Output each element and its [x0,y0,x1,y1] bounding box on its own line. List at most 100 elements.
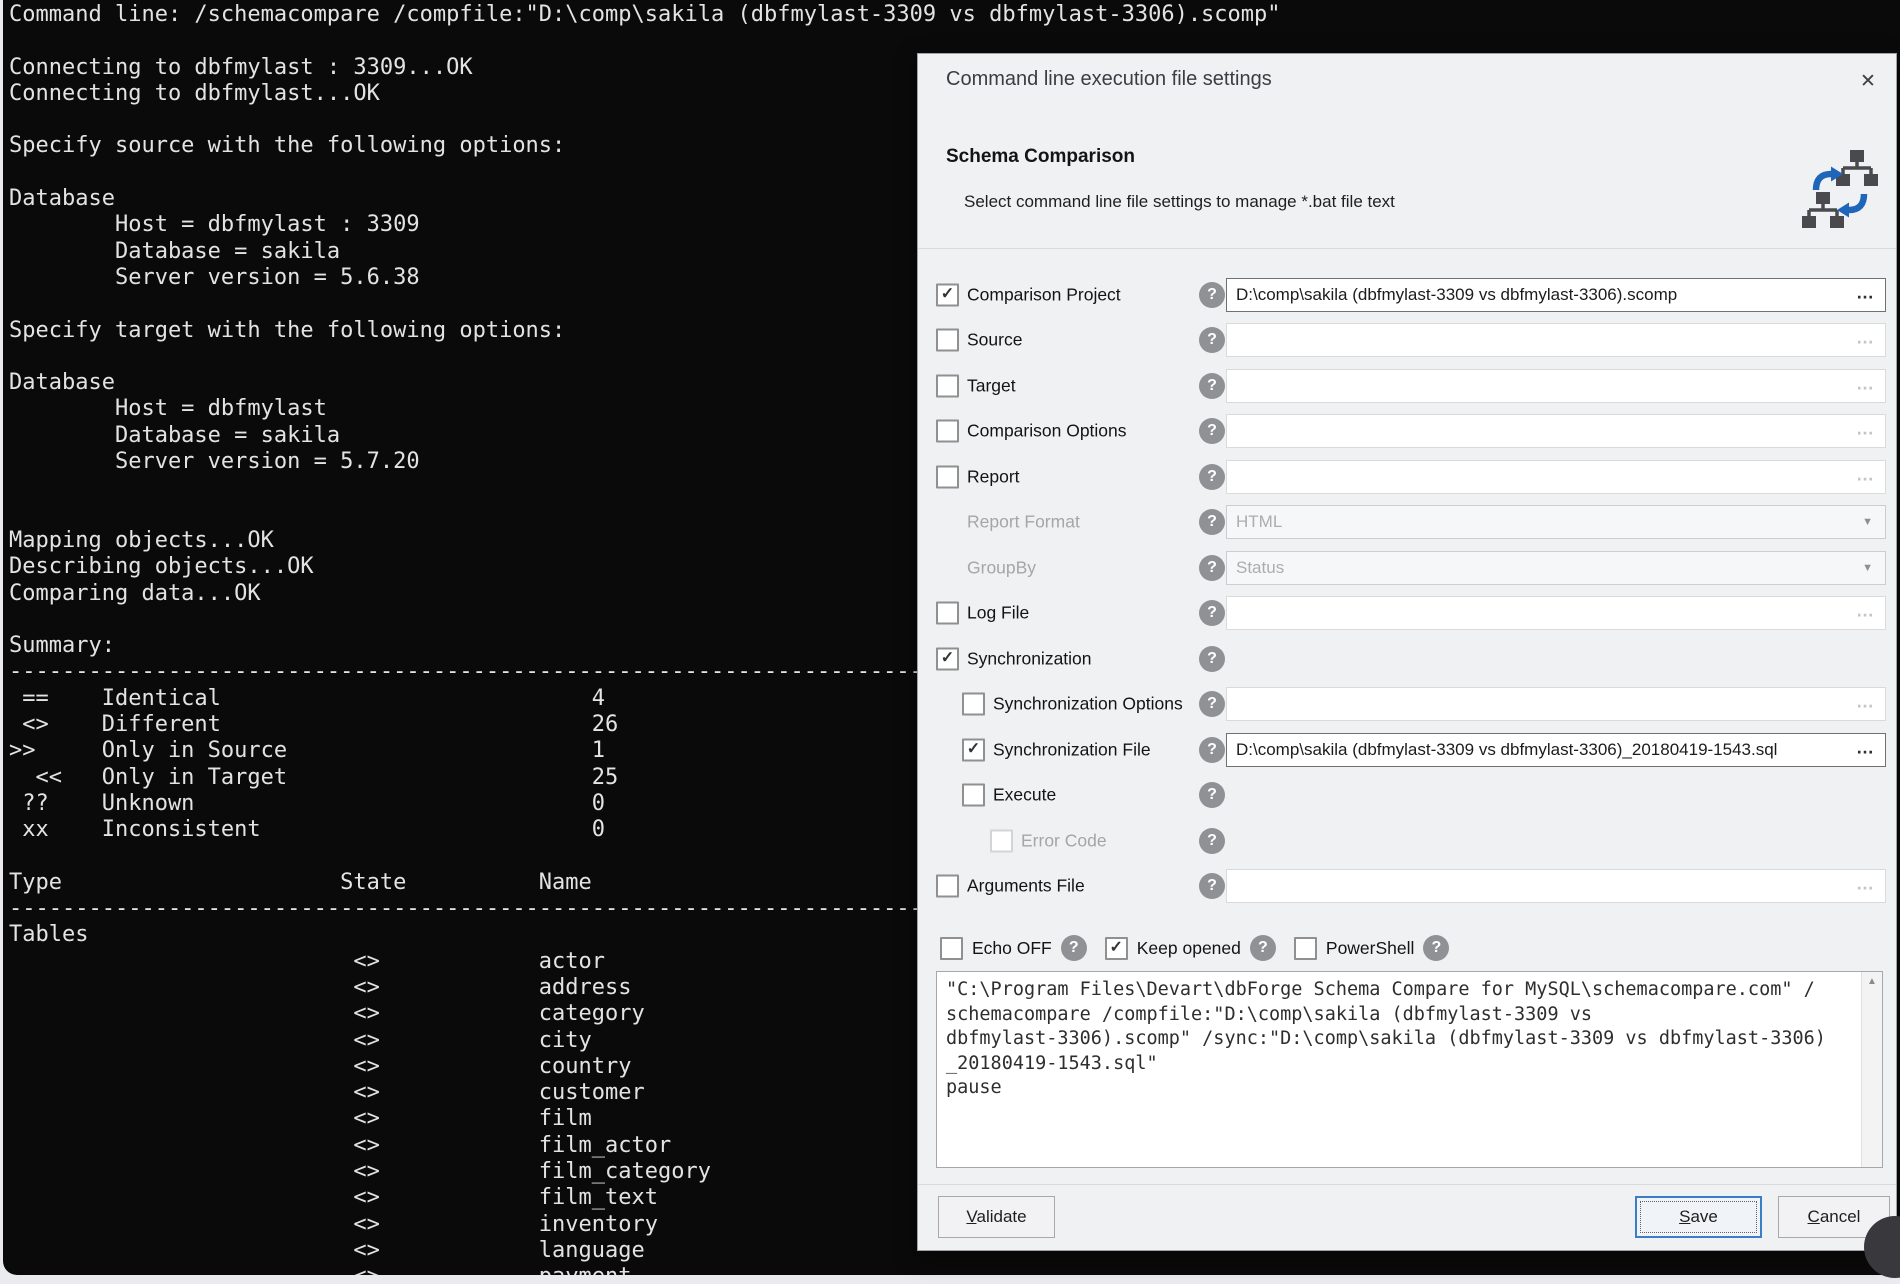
row-synchronization-options: Synchronization Options? … [918,682,1896,728]
synchronization-file-browse-button[interactable]: … [1856,737,1875,758]
synchronization-file-label: Synchronization File [993,739,1151,760]
help-icon[interactable]: ? [1199,737,1225,763]
log-file-input[interactable]: … [1226,596,1886,630]
comparison-options-checkbox[interactable] [936,420,959,443]
target-label: Target [967,375,1016,396]
schema-comparison-heading: Schema Comparison [946,146,1135,168]
comparison-project-input[interactable]: D:\comp\sakila (dbfmylast-3309 vs dbfmyl… [1226,278,1886,312]
comparison-project-value: D:\comp\sakila (dbfmylast-3309 vs dbfmyl… [1236,285,1677,305]
execute-label: Execute [993,785,1056,806]
groupby-value: Status [1236,558,1284,578]
arguments-file-browse-button[interactable]: … [1856,874,1875,895]
row-synchronization: ✓ Synchronization? [918,636,1896,682]
source-browse-button[interactable]: … [1856,328,1875,349]
synchronization-file-value: D:\comp\sakila (dbfmylast-3309 vs dbfmyl… [1236,740,1777,760]
scroll-up-icon[interactable]: ▲ [1862,976,1882,987]
row-groupby: GroupBy? Status ▼ [918,545,1896,591]
dialog-title: Command line execution file settings [946,68,1272,91]
row-report-format: Report Format? HTML ▼ [918,500,1896,546]
chevron-down-icon: ▼ [1862,562,1873,574]
help-icon[interactable]: ? [1199,282,1225,308]
help-icon[interactable]: ? [1199,509,1225,535]
row-error-code: Error Code? [918,818,1896,864]
target-checkbox[interactable] [936,374,959,397]
arguments-file-input[interactable]: … [1226,869,1886,903]
row-comparison-options: Comparison Options? … [918,409,1896,455]
log-file-browse-button[interactable]: … [1856,601,1875,622]
help-icon[interactable]: ? [1199,782,1225,808]
scrollbar[interactable]: ▲ [1861,972,1882,1167]
synchronization-options-label: Synchronization Options [993,694,1183,715]
synchronization-options-browse-button[interactable]: … [1856,692,1875,713]
help-icon[interactable]: ? [1199,873,1225,899]
row-synchronization-file: ✓ Synchronization File? D:\comp\sakila (db… [918,727,1896,773]
save-button[interactable]: Save [1635,1196,1762,1238]
help-icon[interactable]: ? [1061,935,1087,961]
help-icon[interactable]: ? [1199,646,1225,672]
synchronization-label: Synchronization [967,648,1092,669]
dialog-subheading: Select command line file settings to man… [964,192,1395,212]
arguments-file-label: Arguments File [967,876,1085,897]
row-target: Target? … [918,363,1896,409]
help-icon[interactable]: ? [1250,935,1276,961]
bottom-checks: Echo OFF?✓Keep opened?PowerShell? [940,928,1467,968]
help-icon[interactable]: ? [1199,600,1225,626]
schema-compare-icon [1802,150,1878,230]
groupby-label: GroupBy [967,557,1036,578]
close-icon[interactable]: ✕ [1852,66,1884,98]
execute-checkbox[interactable] [962,784,985,807]
help-icon[interactable]: ? [1199,373,1225,399]
target-input[interactable]: … [1226,369,1886,403]
help-icon[interactable]: ? [1199,327,1225,353]
comparison-options-label: Comparison Options [967,421,1127,442]
report-format-select[interactable]: HTML ▼ [1226,505,1886,539]
bat-preview-box[interactable]: "C:\Program Files\Devart\dbForge Schema … [936,971,1883,1168]
report-checkbox[interactable] [936,465,959,488]
error-code-label: Error Code [1021,830,1107,851]
check-item-keep-opened: ✓ Keep opened? [1105,935,1276,961]
comparison-project-browse-button[interactable]: … [1856,282,1875,303]
source-input[interactable]: … [1226,323,1886,357]
chevron-down-icon: ▼ [1862,516,1873,528]
header-divider [918,248,1896,249]
groupby-select[interactable]: Status ▼ [1226,551,1886,585]
report-browse-button[interactable]: … [1856,464,1875,485]
synchronization-file-checkbox[interactable]: ✓ [962,738,985,761]
report-format-label: Report Format [967,512,1080,533]
target-browse-button[interactable]: … [1856,373,1875,394]
row-log-file: Log File? … [918,591,1896,637]
error-code-checkbox[interactable] [990,829,1013,852]
comparison-options-browse-button[interactable]: … [1856,419,1875,440]
source-checkbox[interactable] [936,329,959,352]
help-icon[interactable]: ? [1199,464,1225,490]
validate-button[interactable]: Validate [938,1196,1055,1238]
row-comparison-project: ✓Comparison Project?D:\comp\sakila (dbfm… [918,272,1896,318]
help-icon[interactable]: ? [1199,828,1225,854]
help-icon[interactable]: ? [1199,691,1225,717]
comparison-project-checkbox[interactable]: ✓ [936,283,959,306]
log-file-checkbox[interactable] [936,602,959,625]
keep-opened-label: Keep opened [1137,938,1241,959]
synchronization-options-checkbox[interactable] [962,693,985,716]
row-report: Report?… [918,454,1896,500]
comparison-options-input[interactable]: … [1226,414,1886,448]
dialog-rows: ✓Comparison Project?D:\comp\sakila (dbfm… [918,272,1896,909]
check-item-echo-off: Echo OFF? [940,935,1087,961]
synchronization-options-input[interactable]: … [1226,687,1886,721]
row-arguments-file: Arguments File? … [918,864,1896,910]
help-icon[interactable]: ? [1423,935,1449,961]
row-source: Source?… [918,318,1896,364]
bat-text: "C:\Program Files\Devart\dbForge Schema … [937,972,1882,1101]
report-format-value: HTML [1236,512,1282,532]
report-input[interactable]: … [1226,460,1886,494]
echo-off-checkbox[interactable] [940,937,963,960]
log-file-label: Log File [967,603,1029,624]
help-icon[interactable]: ? [1199,555,1225,581]
synchronization-checkbox[interactable]: ✓ [936,647,959,670]
powershell-checkbox[interactable] [1294,937,1317,960]
keep-opened-checkbox[interactable]: ✓ [1105,937,1128,960]
help-icon[interactable]: ? [1199,418,1225,444]
arguments-file-checkbox[interactable] [936,875,959,898]
row-execute: Execute? [918,773,1896,819]
synchronization-file-input[interactable]: D:\comp\sakila (dbfmylast-3309 vs dbfmyl… [1226,733,1886,767]
